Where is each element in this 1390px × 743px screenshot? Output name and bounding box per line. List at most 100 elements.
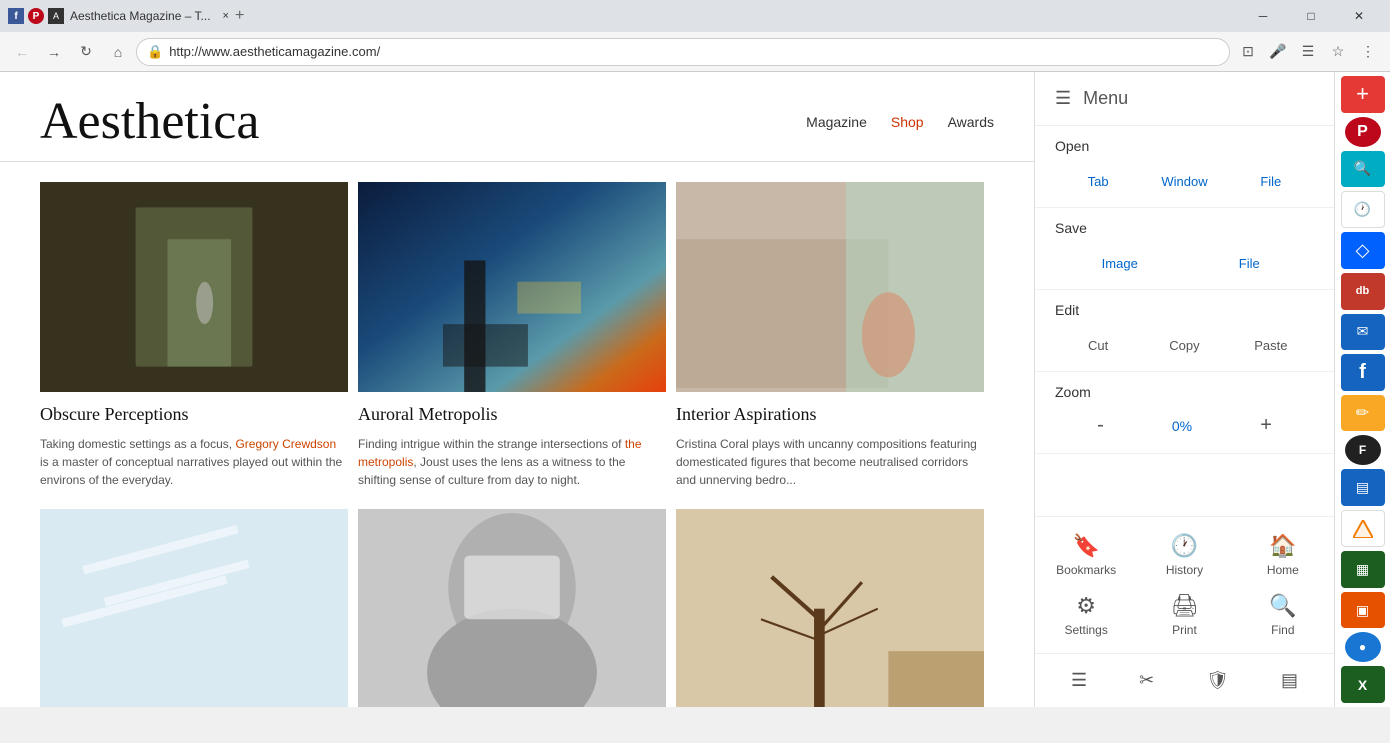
article-title: Auroral Metropolis (358, 404, 666, 425)
close-button[interactable]: ✕ (1336, 0, 1382, 32)
menu-footer: ☰ ✂ 🛡 ▤ (1035, 653, 1334, 707)
list-icon[interactable]: ▤ (1271, 664, 1308, 697)
cut-btn[interactable]: Cut (1063, 328, 1133, 359)
paste-btn[interactable]: Paste (1236, 328, 1306, 359)
right-sidebar: + P 🔍 🕐 ◇ db ✉ f ✏ F ▤ ▦ ▣ ● X (1334, 72, 1390, 707)
toolbar-actions: ⊡ 🎤 ☰ ☆ ⋮ (1234, 38, 1382, 66)
article-image (40, 182, 348, 392)
open-file-label: File (1260, 174, 1281, 189)
reload-button[interactable]: ↻ (72, 38, 100, 66)
article-link[interactable]: the metropolis (358, 437, 642, 469)
save-image-btn[interactable]: Image (1085, 246, 1155, 277)
add-ext-btn[interactable]: + (1341, 76, 1385, 113)
nav-shop[interactable]: Shop (891, 114, 924, 130)
bookmarks-label: Bookmarks (1056, 563, 1116, 577)
save-file-label: File (1239, 256, 1260, 271)
menu-save-section: Save Image File (1035, 208, 1334, 290)
open-tab-btn[interactable]: Tab (1063, 164, 1133, 195)
blue-circle-ext-btn[interactable]: ● (1345, 632, 1381, 662)
article-card (676, 509, 994, 707)
menu-save-label: Save (1055, 220, 1314, 236)
tools-icon[interactable]: ✂ (1129, 664, 1164, 697)
home-action[interactable]: 🏠 Home (1242, 533, 1324, 577)
facebook-favicon: f (8, 8, 24, 24)
new-tab-btn[interactable]: + (235, 7, 244, 25)
find-label: Find (1271, 623, 1294, 637)
address-bar-wrap: 🔒 (136, 38, 1230, 66)
article-image (676, 509, 984, 707)
article-card (358, 509, 676, 707)
open-file-btn[interactable]: File (1236, 164, 1306, 195)
home-button[interactable]: ⌂ (104, 38, 132, 66)
easydb-ext-btn[interactable]: db (1341, 273, 1385, 310)
f-circle-ext-btn[interactable]: F (1345, 435, 1381, 465)
zoom-controls: - 0% + (1055, 410, 1314, 441)
gdrive-ext-btn[interactable] (1341, 510, 1385, 547)
pencil-ext-btn[interactable]: ✏ (1341, 395, 1385, 432)
excel-ext-btn[interactable]: X (1341, 666, 1385, 703)
print-label: Print (1172, 623, 1197, 637)
copy-btn[interactable]: Copy (1149, 328, 1219, 359)
zoom-plus-btn[interactable]: + (1244, 410, 1288, 441)
save-file-btn[interactable]: File (1214, 246, 1284, 277)
bookmarks-icon: 🔖 (1072, 533, 1099, 559)
mic-icon[interactable]: 🎤 (1264, 38, 1292, 66)
menu-open-label: Open (1055, 138, 1314, 154)
minimize-button[interactable]: ─ (1240, 0, 1286, 32)
open-window-label: Window (1161, 174, 1207, 189)
zoom-minus-btn[interactable]: - (1081, 410, 1120, 441)
article-image (358, 509, 666, 707)
pinterest-ext-btn[interactable]: P (1345, 117, 1381, 147)
sheets-ext-btn[interactable]: ▦ (1341, 551, 1385, 588)
menu-zoom-section: Zoom - 0% + (1035, 372, 1334, 454)
gdoc-ext-btn[interactable]: ▤ (1341, 469, 1385, 506)
maximize-button[interactable]: □ (1288, 0, 1334, 32)
print-action[interactable]: 🖨 Print (1143, 593, 1225, 637)
history-action[interactable]: 🕐 History (1143, 533, 1225, 577)
more-icon[interactable]: ⋮ (1354, 38, 1382, 66)
website-content: Aesthetica Magazine Shop Awards (0, 72, 1034, 707)
article-link[interactable]: Gregory Crewdson (235, 437, 336, 451)
bookmark-star-icon[interactable]: ☆ (1324, 38, 1352, 66)
back-button[interactable]: ← (8, 38, 36, 66)
save-image-label: Image (1102, 256, 1138, 271)
open-tab-label: Tab (1088, 174, 1109, 189)
forward-button[interactable]: → (40, 38, 68, 66)
nav-magazine[interactable]: Magazine (806, 114, 867, 130)
dropbox-ext-btn[interactable]: ◇ (1341, 232, 1385, 269)
history-label: History (1166, 563, 1203, 577)
article-image (676, 182, 984, 392)
find-icon: 🔍 (1269, 593, 1296, 619)
menu-open-section: Open Tab Window File (1035, 126, 1334, 208)
title-bar: f P A Aesthetica Magazine – T... × + ─ □… (0, 0, 1390, 32)
menu-edit-label: Edit (1055, 302, 1314, 318)
article-card (40, 509, 358, 707)
shield-icon[interactable]: 🛡 (1196, 664, 1239, 697)
menu-panel: ☰ Menu Open Tab Window File Save (1034, 72, 1334, 707)
messenger-ext-btn[interactable]: ✉ (1341, 314, 1385, 351)
menu-icon[interactable]: ☰ (1294, 38, 1322, 66)
hamburger-footer-icon[interactable]: ☰ (1061, 664, 1097, 697)
article-card: Obscure Perceptions Taking domestic sett… (40, 182, 358, 509)
menu-edit-section: Edit Cut Copy Paste (1035, 290, 1334, 372)
open-window-btn[interactable]: Window (1149, 164, 1219, 195)
tab-title-text: Aesthetica Magazine – T... (70, 9, 211, 23)
settings-label: Settings (1064, 623, 1107, 637)
facebook-ext-btn[interactable]: f (1341, 354, 1385, 391)
find-action[interactable]: 🔍 Find (1242, 593, 1324, 637)
article-desc: Cristina Coral plays with uncanny compos… (676, 435, 984, 489)
home-label: Home (1267, 563, 1299, 577)
address-bar[interactable] (169, 44, 1219, 59)
bookmarks-action[interactable]: 🔖 Bookmarks (1045, 533, 1127, 577)
menu-actions-grid: 🔖 Bookmarks 🕐 History 🏠 Home ⚙ Settings … (1035, 516, 1334, 653)
website-header: Aesthetica Magazine Shop Awards (0, 72, 1034, 162)
cast-icon[interactable]: ⊡ (1234, 38, 1262, 66)
search-ext-btn[interactable]: 🔍 (1341, 151, 1385, 188)
history-ext-btn[interactable]: 🕐 (1341, 191, 1385, 228)
slides-ext-btn[interactable]: ▣ (1341, 592, 1385, 629)
browser-chrome: f P A Aesthetica Magazine – T... × + ─ □… (0, 0, 1390, 72)
settings-action[interactable]: ⚙ Settings (1045, 593, 1127, 637)
nav-awards[interactable]: Awards (948, 114, 994, 130)
tab-close-btn[interactable]: × (223, 10, 229, 22)
aesthetica-favicon: A (48, 8, 64, 24)
